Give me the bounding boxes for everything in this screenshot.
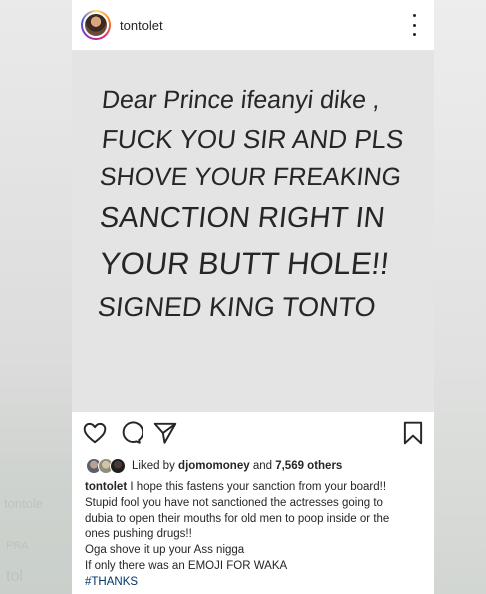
caption-line: Stupid fool you have not sanctioned the … <box>85 496 383 509</box>
more-options-icon[interactable] <box>408 14 420 36</box>
background-ghost-text: PRA <box>6 540 29 552</box>
liker-avatars <box>86 458 130 474</box>
post-username[interactable]: tontolet <box>120 18 163 33</box>
likes-count[interactable]: 7,569 others <box>275 460 342 472</box>
heart-icon[interactable] <box>82 420 108 446</box>
post-image: Dear Prince ifeanyi dike , FUCK YOU SIR … <box>72 50 434 412</box>
background-ghost-text: tontole <box>4 496 44 511</box>
blurred-background-right <box>434 0 486 594</box>
likes-summary[interactable]: Liked by djomomoney and 7,569 others <box>86 457 342 475</box>
post-header: tontolet <box>72 0 434 50</box>
image-text-line: YOUR BUTT HOLE!! <box>98 246 391 281</box>
caption-line: dubia to open their mouths for old men t… <box>85 512 390 525</box>
likes-prefix: Liked by <box>132 460 175 472</box>
image-text-line: Dear Prince ifeanyi dike , <box>100 86 382 114</box>
avatar[interactable] <box>81 10 111 40</box>
caption-line: ones pushing drugs!! <box>85 528 192 541</box>
image-text-line: SIGNED KING TONTO <box>96 292 378 322</box>
likes-and: and <box>252 460 272 472</box>
likes-text: Liked by djomomoney and 7,569 others <box>132 460 342 472</box>
caption-line: Oga shove it up your Ass nigga <box>85 544 245 557</box>
image-text-line: FUCK YOU SIR AND PLS <box>100 124 406 154</box>
post-caption: tontolet I hope this fastens your sancti… <box>85 480 425 591</box>
image-text-line: SHOVE YOUR FREAKING <box>98 163 403 191</box>
background-ghost-text: tol <box>6 568 23 585</box>
post-actions <box>72 420 434 450</box>
liker-username[interactable]: djomomoney <box>178 460 250 472</box>
bookmark-icon[interactable] <box>400 420 426 446</box>
caption-line: If only there was an EMOJI FOR WAKA <box>85 559 288 572</box>
caption-author[interactable]: tontolet <box>85 481 127 493</box>
caption-line: I hope this fastens your sanction from y… <box>130 481 387 493</box>
image-text-line: SANCTION RIGHT IN <box>98 202 387 234</box>
comment-icon[interactable] <box>117 420 145 446</box>
instagram-post: tontolet Dear Prince ifeanyi dike , FUCK… <box>72 0 434 594</box>
share-icon[interactable] <box>152 420 178 446</box>
caption-hashtag[interactable]: #THANKS <box>85 575 425 591</box>
